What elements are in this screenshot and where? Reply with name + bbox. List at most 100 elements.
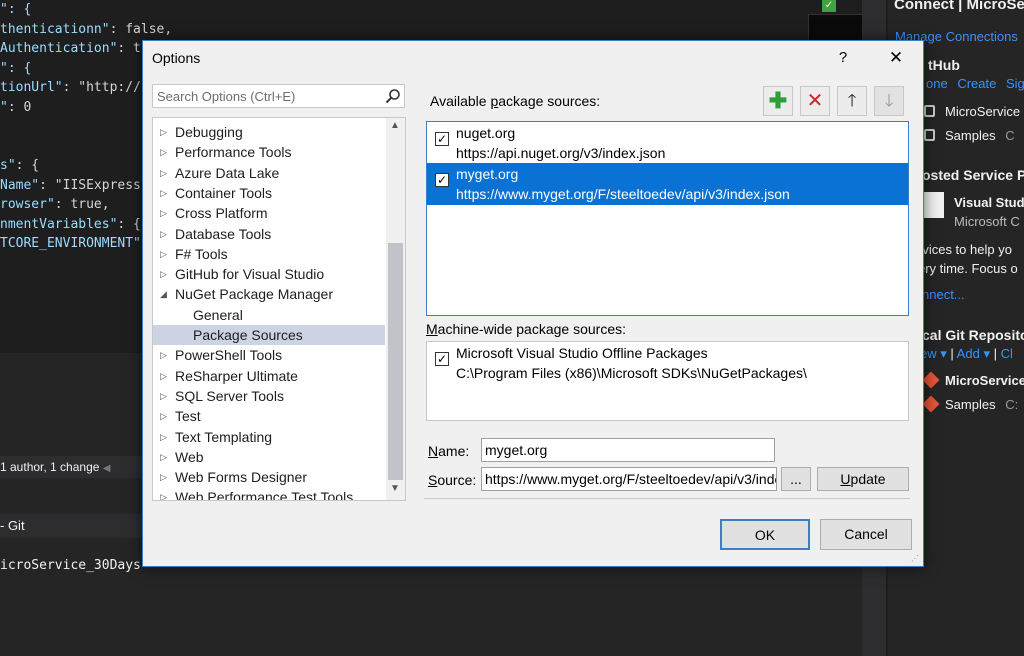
move-down-button[interactable]: 🡓 [874,86,904,116]
tree-item[interactable]: ▷ Debugging [153,122,385,142]
options-tree[interactable]: ▲ ▼ ▷ Debugging ▷ Performance Tools ▷ Azure D… [152,117,406,501]
code-line: thenticationn": false, [0,21,173,37]
search-options-box[interactable] [152,84,405,108]
expand-arrow-icon[interactable]: ▷ [160,142,172,162]
move-up-button[interactable]: 🡑 [837,86,867,116]
tree-item[interactable]: ▷ Performance Tools [153,142,385,162]
visual-studio-service[interactable] [924,192,952,218]
help-icon[interactable]: ? [831,47,855,69]
expand-arrow-icon[interactable]: ▷ [160,163,172,183]
tree-item[interactable]: ▷ Text Templating [153,427,385,447]
expand-arrow-icon[interactable]: ▷ [160,244,172,264]
git-panel-tab[interactable]: - Git [0,514,145,538]
name-field[interactable] [481,438,775,462]
package-source-item[interactable]: ✓ Microsoft Visual Studio Offline Package… [427,342,908,384]
tree-item-label: Debugging [175,124,243,140]
add-icon: ✚ [768,88,788,113]
code-lens-authors[interactable]: 1 author, 1 change ◀ [0,456,145,478]
search-icon[interactable] [385,88,401,104]
tree-item[interactable]: General [153,305,385,325]
tree-item-label: PowerShell Tools [175,347,283,364]
tree-item[interactable]: ▷ Azure Data Lake [153,163,385,183]
remove-source-button[interactable]: ✕ [800,86,830,116]
local-clone-link[interactable]: Cl [1001,346,1013,361]
service-description: ery time. Focus o [918,261,1018,276]
team-explorer-title: Connect | MicroSe [894,0,1024,13]
collapse-arrow-icon[interactable]: ◢ [160,284,172,304]
tree-scrollbar[interactable]: ▲ ▼ [386,118,405,500]
package-source-item[interactable]: ✓ nuget.org https://api.nuget.org/v3/index… [427,122,908,164]
available-sources-list[interactable]: ✓ nuget.org https://api.nuget.org/v3/index… [426,121,909,316]
tree-item[interactable]: ▷ ReSharper Ultimate [153,366,385,386]
tree-item-label: ReSharper Ultimate [175,367,298,384]
tree-item[interactable]: ▷ Web [153,447,385,467]
expand-arrow-icon[interactable]: ▷ [160,487,172,500]
tree-item[interactable]: ▷ Cross Platform [153,203,385,223]
expand-arrow-icon[interactable]: ▷ [160,122,172,142]
github-repo-item[interactable]: MicroService [924,104,1020,119]
expand-arrow-icon[interactable]: ▷ [160,183,172,203]
tree-item-label: Text Templating [175,428,273,445]
expand-arrow-icon[interactable]: ▷ [160,447,172,467]
tree-item[interactable]: ▷ Database Tools [153,224,385,244]
source-checkbox[interactable]: ✓ [435,132,449,146]
github-repo-item[interactable]: Samples C [924,128,1015,143]
resize-grip-icon[interactable]: ⋰ [911,554,921,564]
tree-item[interactable]: ◢ NuGet Package Manager [153,284,385,304]
tree-scrollbar-thumb[interactable] [388,243,403,480]
tree-item-label: Web Performance Test Tools [175,489,354,501]
expand-arrow-icon[interactable]: ▷ [160,224,172,244]
tree-item-label: GitHub for Visual Studio [175,266,325,283]
visual-studio-icon [924,192,944,218]
tree-item[interactable]: ▷ F# Tools [153,244,385,264]
connect-link[interactable]: nnect... [922,287,965,302]
tree-item[interactable]: Package Sources [153,325,385,346]
browse-button[interactable]: ... [781,467,811,491]
expand-arrow-icon[interactable]: ▷ [160,366,172,386]
source-checkbox[interactable]: ✓ [435,173,449,187]
tree-item[interactable]: ▷ Test [153,406,385,426]
add-source-button[interactable]: ✚ [763,86,793,116]
ok-button[interactable]: OK [720,519,810,550]
tree-item[interactable]: ▷ Container Tools [153,183,385,203]
source-url: C:\Program Files (x86)\Microsoft SDKs\Nu… [456,365,807,381]
tree-item[interactable]: ▷ PowerShell Tools [153,345,385,365]
expand-arrow-icon[interactable]: ▷ [160,427,172,447]
expand-arrow-icon[interactable]: ▷ [160,264,172,284]
move-down-icon: 🡓 [884,91,894,110]
options-dialog: Options ? ✕ ▲ ▼ ▷Debugging▷Performance T… [142,40,924,567]
scroll-up-icon[interactable]: ▲ [390,120,400,131]
machine-wide-sources-list[interactable]: ✓ Microsoft Visual Studio Offline Package… [426,341,909,421]
local-repo-item[interactable]: Samples C: [922,395,1018,413]
expand-arrow-icon[interactable]: ▷ [160,467,172,487]
tree-item-label: Performance Tools [175,144,292,161]
tree-item[interactable]: ▷ GitHub for Visual Studio [153,264,385,284]
source-field[interactable] [481,467,777,491]
scroll-down-icon[interactable]: ▼ [390,483,400,494]
source-checkbox[interactable]: ✓ [435,352,449,366]
github-create-link[interactable]: Create [957,76,996,91]
local-add-link[interactable]: Add [957,346,980,361]
expand-arrow-icon[interactable]: ▷ [160,386,172,406]
cancel-button[interactable]: Cancel [820,519,912,550]
search-input[interactable] [153,85,379,107]
expand-arrow-icon[interactable]: ▷ [160,406,172,426]
github-sign-in-link[interactable]: Sign [1006,76,1024,91]
tree-item[interactable]: ▷ Web Forms Designer [153,467,385,487]
git-icon [922,395,940,413]
local-repo-item[interactable]: MicroService [922,371,1024,389]
available-sources-label: Available package sources: [430,93,601,109]
tree-item-label: Container Tools [175,184,273,201]
package-source-item[interactable]: ✓ myget.org https://www.myget.org/F/steelt… [427,163,908,205]
tree-item-label: NuGet Package Manager [175,286,333,303]
close-icon[interactable]: ✕ [881,45,911,71]
tree-item[interactable]: ▷ Web Performance Test Tools [153,487,385,501]
expand-arrow-icon[interactable]: ▷ [160,345,172,365]
github-clone-link[interactable]: one [926,76,948,91]
source-url: https://www.myget.org/F/steeltoedev/api/… [456,186,790,202]
tree-item[interactable]: ▷ SQL Server Tools [153,386,385,406]
source-name: nuget.org [456,125,516,141]
tree-item-label: Web [175,448,204,465]
update-button[interactable]: Update [817,467,909,491]
expand-arrow-icon[interactable]: ▷ [160,203,172,223]
